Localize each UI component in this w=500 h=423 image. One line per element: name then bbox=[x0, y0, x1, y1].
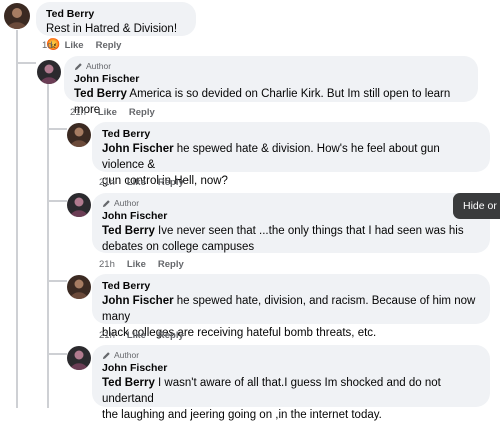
like-button[interactable]: Like bbox=[127, 177, 146, 188]
reply-button[interactable]: Reply bbox=[129, 107, 155, 118]
mention[interactable]: Ted Berry bbox=[102, 225, 155, 237]
reply-button[interactable]: Reply bbox=[158, 177, 184, 188]
comment-author[interactable]: Ted Berry bbox=[102, 127, 480, 141]
comment-bubble: Author John Fischer Ted Berry I wasn't a… bbox=[92, 345, 490, 421]
comment-bubble: Author John Fischer Ted Berry America is… bbox=[64, 56, 478, 116]
comment-text: Ted Berry Ive never seen that ...the onl… bbox=[102, 225, 464, 237]
thread-connector-3 bbox=[47, 200, 67, 202]
avatar-john-fischer[interactable] bbox=[37, 60, 61, 84]
mention[interactable]: John Fischer bbox=[102, 143, 174, 155]
comment-text: the laughing and jeering going on ,in th… bbox=[102, 409, 382, 421]
comment-text: Ted Berry I wasn't aware of all that.I g… bbox=[102, 377, 441, 405]
avatar-ted-berry[interactable] bbox=[67, 123, 91, 147]
comment-author[interactable]: John Fischer bbox=[102, 361, 480, 375]
comment-author[interactable]: Ted Berry bbox=[46, 7, 186, 21]
comment-text: John Fischer he spewed hate & division. … bbox=[102, 143, 440, 171]
comment-actions: 21h Like Reply bbox=[99, 177, 184, 188]
comment-time[interactable]: 21h bbox=[99, 177, 115, 188]
pencil-icon bbox=[74, 62, 83, 71]
comment-bubble: Author John Fischer Ted Berry Ive never … bbox=[92, 193, 490, 253]
comment-text: John Fischer he spewed hate, division, a… bbox=[102, 295, 476, 323]
comment-time[interactable]: 21h bbox=[70, 107, 86, 118]
avatar-ted-berry[interactable] bbox=[67, 275, 91, 299]
pencil-icon bbox=[102, 351, 111, 360]
hide-tooltip: Hide or bbox=[453, 193, 500, 219]
reply-button[interactable]: Reply bbox=[158, 259, 184, 270]
like-button[interactable]: Like bbox=[98, 107, 117, 118]
thread-line-root bbox=[16, 30, 18, 408]
thread-connector-2 bbox=[47, 128, 67, 130]
mention[interactable]: John Fischer bbox=[102, 295, 174, 307]
avatar-john-fischer[interactable] bbox=[67, 346, 91, 370]
comment-actions: 1d Like Reply bbox=[42, 40, 121, 51]
thread-connector-5 bbox=[47, 353, 67, 355]
author-badge: Author bbox=[102, 198, 480, 208]
comment-bubble: Ted Berry Rest in Hatred & Division!😡 bbox=[36, 2, 196, 51]
comment-author[interactable]: John Fischer bbox=[74, 72, 468, 86]
comment-bubble: Ted Berry John Fischer he spewed hate & … bbox=[92, 122, 490, 187]
like-button[interactable]: Like bbox=[127, 330, 146, 341]
mention[interactable]: Ted Berry bbox=[74, 88, 127, 100]
thread-connector-4 bbox=[47, 280, 67, 282]
like-button[interactable]: Like bbox=[127, 259, 146, 270]
comment-time[interactable]: 21h bbox=[99, 259, 115, 270]
comment-actions: 21h Like Reply bbox=[99, 259, 184, 270]
reply-button[interactable]: Reply bbox=[158, 330, 184, 341]
comment-time[interactable]: 1d bbox=[42, 40, 53, 51]
reply-button[interactable]: Reply bbox=[96, 40, 122, 51]
author-badge: Author bbox=[102, 350, 480, 360]
like-button[interactable]: Like bbox=[65, 40, 84, 51]
comment-author[interactable]: John Fischer bbox=[102, 209, 480, 223]
thread-connector-1 bbox=[16, 62, 36, 64]
comment-author[interactable]: Ted Berry bbox=[102, 279, 480, 293]
comment-bubble: Ted Berry John Fischer he spewed hate, d… bbox=[92, 274, 490, 339]
comment-actions: 21h Like Reply bbox=[99, 330, 184, 341]
author-badge: Author bbox=[74, 61, 468, 71]
avatar-john-fischer[interactable] bbox=[67, 193, 91, 217]
avatar-ted-berry[interactable] bbox=[4, 3, 30, 29]
pencil-icon bbox=[102, 199, 111, 208]
comment-actions: 21h Like Reply bbox=[70, 107, 155, 118]
comment-time[interactable]: 21h bbox=[99, 330, 115, 341]
comment-text: debates on college campuses bbox=[102, 241, 255, 253]
mention[interactable]: Ted Berry bbox=[102, 377, 155, 389]
